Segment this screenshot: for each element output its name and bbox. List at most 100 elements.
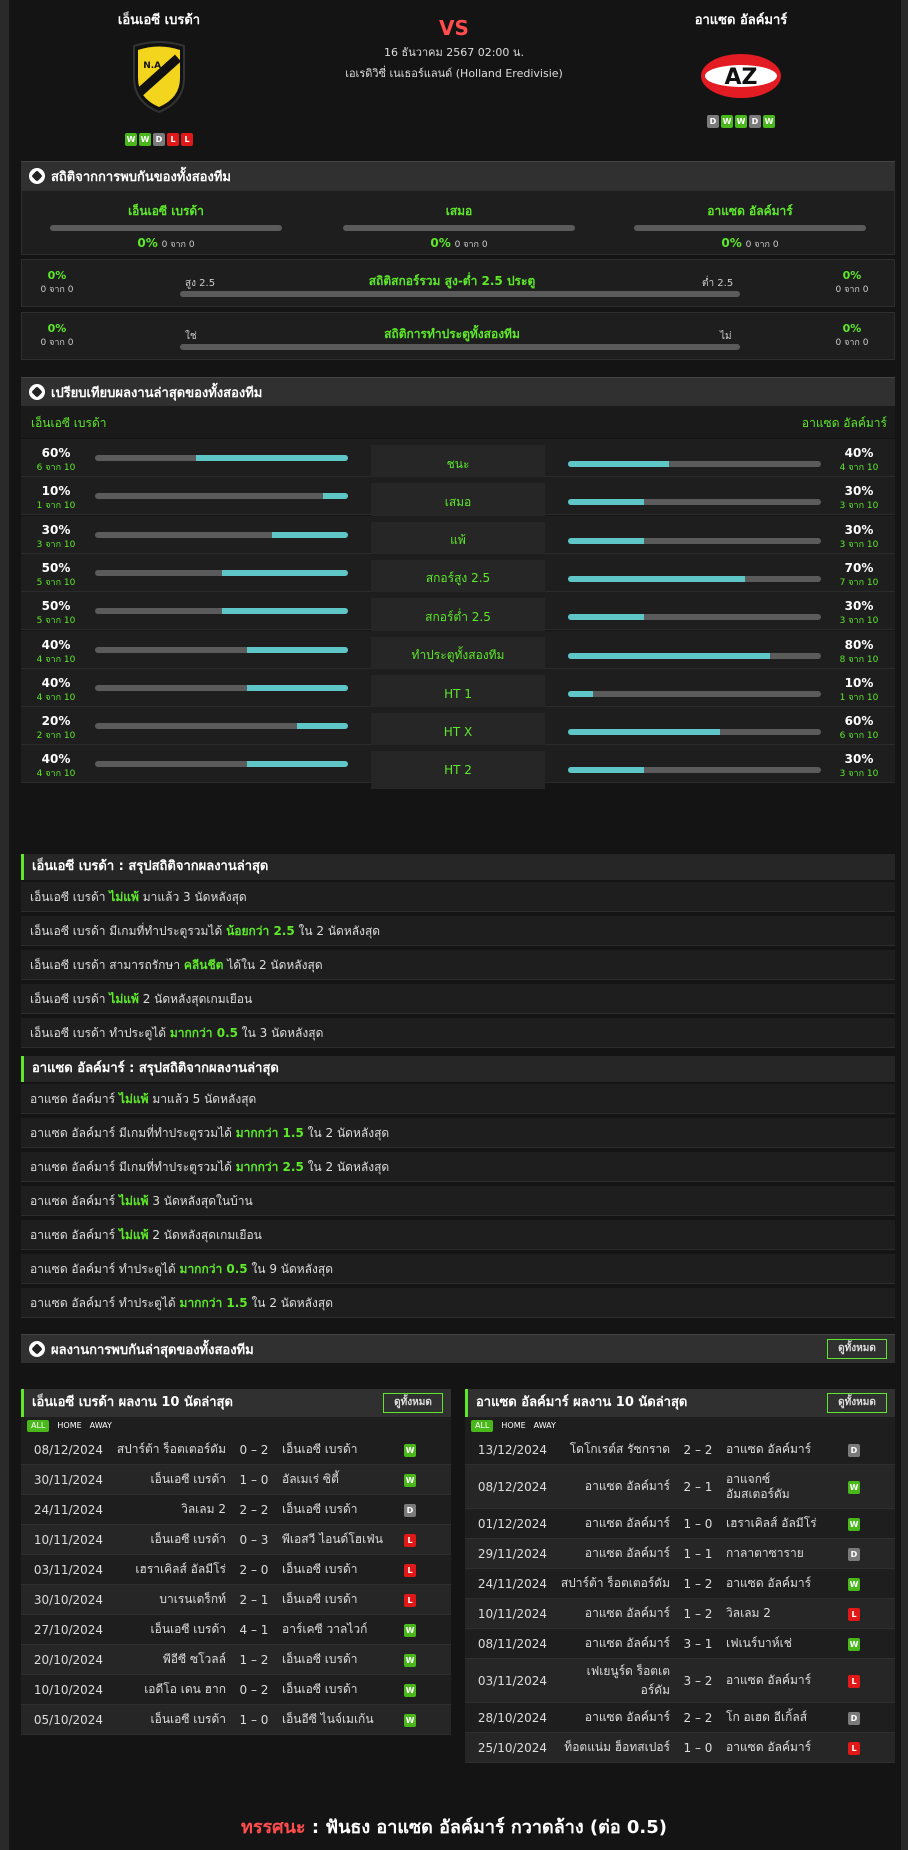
match-away-team: เอ็นเอซี เบรด้า bbox=[282, 1592, 358, 1606]
match-row[interactable]: 10/11/2024 เอ็นเอซี เบรด้า 0 – 3 พีเอสวี ไอ… bbox=[21, 1525, 451, 1555]
recent-h2h-header: ผลงานการพบกันล่าสุดของทั้งสองทีม ดูทั้งห… bbox=[21, 1334, 895, 1363]
match-date: 25/10/2024 bbox=[477, 1740, 548, 1755]
match-row[interactable]: 20/10/2024 พีอีซี ซโวลล์ 1 – 2 เอ็นเอซี เบร… bbox=[21, 1645, 451, 1675]
away-last10-view-all-button[interactable]: ดูทั้งหมด bbox=[827, 1393, 887, 1413]
recent-view-all-button[interactable]: ดูทั้งหมด bbox=[827, 1339, 887, 1359]
compare-away-stat: 10% 1 จาก 10 bbox=[834, 676, 884, 704]
match-score: 1 – 2 bbox=[239, 1652, 269, 1667]
compare-away-sub: 8 จาก 10 bbox=[839, 654, 879, 665]
compare-row: 20% 2 จาก 10 HT X 60% 6 จาก 10 bbox=[21, 707, 895, 752]
compare-home-sub: 5 จาก 10 bbox=[36, 616, 76, 627]
match-row[interactable]: 30/10/2024 บาเรนเดร็กท์ 2 – 1 เอ็นเอซี เบรด… bbox=[21, 1585, 451, 1615]
match-row[interactable]: 10/11/2024 อาแซด อัลค์มาร์ 1 – 2 วิลเลม 2 L bbox=[465, 1599, 895, 1629]
match-home-team: เฮราเคิลส์ อัลมีโร่ bbox=[135, 1562, 226, 1576]
match-home-team: เอ็นเอซี เบรด้า bbox=[150, 1532, 226, 1546]
compare-home-pct: 60% bbox=[41, 446, 71, 460]
summary-highlight: ไม่แพ้ bbox=[118, 1228, 149, 1242]
match-row[interactable]: 10/10/2024 เอดีโอ เดน ฮาก 0 – 2 เอ็นเอซี เบ… bbox=[21, 1675, 451, 1705]
home-summary-header: เอ็นเอซี เบรด้า : สรุปสถิติจากผลงานล่าสุ… bbox=[21, 854, 895, 880]
form-badge: D bbox=[707, 115, 719, 128]
compare-away-stat: 70% 7 จาก 10 bbox=[834, 561, 884, 589]
form-badge: D bbox=[749, 115, 761, 128]
compare-home-bar bbox=[95, 723, 348, 730]
tab-away[interactable]: AWAY bbox=[90, 1417, 112, 1435]
compare-home-sub: 6 จาก 10 bbox=[36, 463, 76, 473]
recent-h2h-title: ผลงานการพบกันล่าสุดของทั้งสองทีม bbox=[51, 1342, 254, 1358]
compare-home-bar bbox=[95, 761, 348, 768]
summary-row: เอ็นเอซี เบรด้า ไม่แพ้ มาแล้ว 3 นัดหลังส… bbox=[21, 882, 895, 912]
match-row[interactable]: 01/12/2024 อาแซด อัลค์มาร์ 1 – 0 เฮราเคิลส์… bbox=[465, 1509, 895, 1539]
form-badge: D bbox=[153, 133, 165, 146]
match-date: 30/10/2024 bbox=[33, 1592, 104, 1607]
home-logo-lettering: N.A.C. bbox=[143, 61, 175, 71]
ou-right-sub: 0 จาก 0 bbox=[835, 285, 869, 295]
summary-highlight: มากกว่า 1.5 bbox=[179, 1296, 248, 1310]
match-row[interactable]: 13/12/2024 โดโกเรต์ส รัซกราด 2 – 2 อาแซด อั… bbox=[465, 1435, 895, 1465]
tab-all[interactable]: ALL bbox=[27, 1420, 50, 1432]
match-result: L bbox=[392, 1532, 428, 1547]
match-away-team: เอ็นอีซี ไนจ์เมเก้น bbox=[282, 1712, 374, 1726]
compare-away-stat: 30% 3 จาก 10 bbox=[834, 599, 884, 627]
prediction-text: ฟันธง อาแซด อัลค์มาร์ กวาดล้าง (ต่อ 0.5) bbox=[325, 1817, 668, 1838]
match-row[interactable]: 08/12/2024 อาแซด อัลค์มาร์ 2 – 1 อาแจกซ์ อั… bbox=[465, 1465, 895, 1509]
compare-section-header: เปรียบเทียบผลงานล่าสุดของทั้งสองทีม bbox=[21, 377, 895, 406]
match-row[interactable]: 03/11/2024 เฟเยนูร์ด ร็อตเตอร์ดัม 3 – 2 อาแ… bbox=[465, 1659, 895, 1703]
away-team-logo: AZ bbox=[701, 54, 781, 98]
summary-highlight: มากกว่า 1.5 bbox=[235, 1126, 304, 1140]
match-away-team: เฟเนร์บาห์เช่ bbox=[726, 1636, 792, 1650]
match-away-team: อาแซด อัลค์มาร์ bbox=[726, 1576, 812, 1590]
match-score: 0 – 3 bbox=[239, 1532, 269, 1547]
compare-home-sub: 5 จาก 10 bbox=[36, 577, 76, 588]
compare-row: 10% 1 จาก 10 เสมอ 30% 3 จาก 10 bbox=[21, 477, 895, 522]
match-row[interactable]: 05/10/2024 เอ็นเอซี เบรด้า 1 – 0 เอ็นอีซี ไ… bbox=[21, 1705, 451, 1735]
tab-all[interactable]: ALL bbox=[471, 1420, 494, 1432]
ou-right-pct: 0% bbox=[842, 269, 862, 282]
compare-away-sub: 3 จาก 10 bbox=[839, 769, 879, 780]
summary-row: อาแซด อัลค์มาร์ ทำประตูได้ มากกว่า 0.5 ใ… bbox=[21, 1254, 895, 1284]
summary-highlight: ไม่แพ้ bbox=[118, 1092, 149, 1106]
compare-away-pct: 30% bbox=[844, 599, 874, 614]
summary-highlight: มากกว่า 0.5 bbox=[179, 1262, 248, 1276]
h2h-draw-col: เสมอ 0% 0 จาก 0 bbox=[343, 202, 575, 251]
match-row[interactable]: 29/11/2024 อาแซด อัลค์มาร์ 1 – 1 กาลาตาซารา… bbox=[465, 1539, 895, 1569]
compare-home-stat: 30% 3 จาก 10 bbox=[31, 523, 81, 551]
away-team-header: อาแซด อัลค์มาร์ AZ DWWDW bbox=[641, 9, 841, 128]
compare-away-bar bbox=[568, 767, 821, 774]
compare-away-bar bbox=[568, 499, 821, 506]
compare-away-sub: 4 จาก 10 bbox=[839, 463, 879, 473]
h2h-away-name: อาแซด อัลค์มาร์ bbox=[707, 204, 793, 218]
match-row[interactable]: 27/10/2024 เอ็นเอซี เบรด้า 4 – 1 อาร์เคซี ว… bbox=[21, 1615, 451, 1645]
match-row[interactable]: 08/12/2024 สปาร์ต้า ร็อตเตอร์ดัม 0 – 2 เอ็น… bbox=[21, 1435, 451, 1465]
match-row[interactable]: 30/11/2024 เอ็นเอซี เบรด้า 1 – 0 อัลเมเร่ ซ… bbox=[21, 1465, 451, 1495]
match-row[interactable]: 24/11/2024 สปาร์ต้า ร็อตเตอร์ดัม 1 – 2 อาแซ… bbox=[465, 1569, 895, 1599]
compare-away-sub: 7 จาก 10 bbox=[839, 577, 879, 588]
tab-home[interactable]: HOME bbox=[501, 1417, 525, 1435]
match-home-team: อาแซด อัลค์มาร์ bbox=[584, 1546, 670, 1560]
h2h-ou-panel: 0% 0 จาก 0 สูง 2.5 สถิติสกอร์รวม สูง-ต่ำ… bbox=[21, 259, 895, 307]
match-score: 1 – 2 bbox=[683, 1576, 713, 1591]
match-row[interactable]: 24/11/2024 วิลเลม 2 2 – 2 เอ็นเอซี เบรด้า D bbox=[21, 1495, 451, 1525]
match-info: VS 16 ธันวาคม 2567 02:00 น. เอเรดิวิซี่ … bbox=[304, 16, 604, 82]
summary-highlight: มากกว่า 0.5 bbox=[169, 1026, 238, 1040]
summary-text: เอ็นเอซี เบรด้า มีเกมที่ทำประตูรวมได้ bbox=[30, 924, 227, 938]
compare-row: 50% 5 จาก 10 สกอร์สูง 2.5 70% 7 จาก 10 bbox=[21, 553, 895, 598]
btts-left-stat: 0% 0 จาก 0 bbox=[32, 322, 82, 349]
form-badge: W bbox=[125, 133, 137, 146]
home-last10-view-all-button[interactable]: ดูทั้งหมด bbox=[383, 1393, 443, 1413]
summary-text: 2 นัดหลังสุดเกมเยือน bbox=[138, 992, 253, 1006]
summary-text: มาแล้ว 3 นัดหลังสุด bbox=[138, 890, 247, 904]
summary-row: อาแซด อัลค์มาร์ ทำประตูได้ มากกว่า 1.5 ใ… bbox=[21, 1288, 895, 1318]
match-row[interactable]: 08/11/2024 อาแซด อัลค์มาร์ 3 – 1 เฟเนร์บาห์… bbox=[465, 1629, 895, 1659]
compare-section-title: เปรียบเทียบผลงานล่าสุดของทั้งสองทีม bbox=[51, 385, 263, 401]
compare-home-stat: 50% 5 จาก 10 bbox=[31, 599, 81, 627]
compare-row: 30% 3 จาก 10 แพ้ 30% 3 จาก 10 bbox=[21, 515, 895, 560]
match-home-team: อาแซด อัลค์มาร์ bbox=[584, 1479, 670, 1493]
result-badge: W bbox=[404, 1444, 416, 1457]
match-row[interactable]: 25/10/2024 ท็อตแน่ม ฮ็อทสเปอร์ 1 – 0 อาแซด … bbox=[465, 1733, 895, 1763]
tab-home[interactable]: HOME bbox=[57, 1417, 81, 1435]
match-row[interactable]: 28/10/2024 อาแซด อัลค์มาร์ 2 – 2 โก อเฮด อี… bbox=[465, 1703, 895, 1733]
match-row[interactable]: 03/11/2024 เฮราเคิลส์ อัลมีโร่ 2 – 0 เอ็นเอ… bbox=[21, 1555, 451, 1585]
match-away-team: อาร์เคซี วาลไวก์ bbox=[282, 1622, 368, 1636]
tab-away[interactable]: AWAY bbox=[534, 1417, 556, 1435]
h2h-home-col: เอ็นเอซี เบรด้า 0% 0 จาก 0 bbox=[50, 202, 282, 251]
